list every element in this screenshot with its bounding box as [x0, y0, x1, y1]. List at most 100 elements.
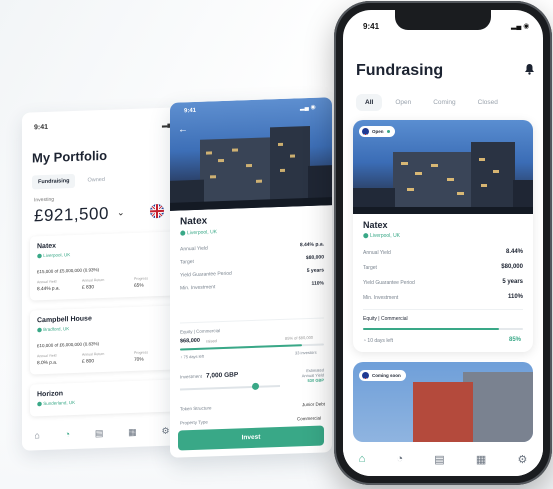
home-icon[interactable]: ⌂: [34, 430, 39, 440]
portfolio-card[interactable]: Horizon ⬤ Sunderland, UK: [30, 379, 176, 417]
token-structure-value: Junior Debt: [302, 401, 326, 408]
property-photo: [170, 97, 332, 211]
status-pill-label: Open: [372, 129, 384, 134]
card-location: ⬤ Liverpool, UK: [37, 252, 71, 259]
raised-label: raised: [206, 338, 217, 344]
detail-row: Annual Yield 8.44% p.a.: [180, 241, 324, 253]
bottom-nav: ⌂ ◔ ▤ ▦ ⚙: [22, 415, 182, 451]
property-location: ⬤ Liverpool, UK: [363, 233, 401, 239]
tab-coming[interactable]: Coming: [424, 94, 464, 111]
days-left: ◔ 75 days left: [180, 353, 204, 360]
card-location: ⬤ Bradford, UK: [37, 326, 70, 333]
portfolio-card[interactable]: Natex ⬤ Liverpool, UK £15,000 of £5,000,…: [30, 231, 176, 301]
detail-row: Min. Investment 110%: [363, 294, 523, 301]
equity-label: Equity | Commercial: [180, 328, 221, 335]
estimated-yield: Estimated Annual Yield 530 GBP: [301, 367, 324, 384]
property-card[interactable]: Coming soon: [353, 362, 533, 442]
uk-flag-icon: [362, 372, 369, 379]
property-card[interactable]: Open Natex ⬤ Liverpool, UK Annual Yield 8…: [353, 120, 533, 352]
investor-count: 33 investors: [295, 349, 317, 356]
portfolio-icon[interactable]: ◔: [396, 453, 403, 465]
property-type-label: Property Type: [180, 419, 208, 426]
stat-label: Annual Yield: [37, 353, 57, 359]
equity-label: Equity | Commercial: [363, 316, 408, 322]
home-icon[interactable]: ⌂: [359, 453, 366, 465]
card-name: Horizon: [37, 390, 64, 399]
back-arrow-icon[interactable]: ←: [178, 124, 188, 135]
card-location: ⬤ Sunderland, UK: [37, 399, 76, 407]
token-structure-label: Token Structure: [180, 405, 212, 412]
property-type-value: Commercial: [297, 415, 322, 422]
documents-icon[interactable]: ▤: [95, 427, 104, 438]
card-raised: £10,000 of £6,000,000 (0.83%): [37, 341, 100, 349]
stat-label: Annual Yield: [37, 279, 57, 285]
investment-label: Investment: [180, 373, 203, 380]
stat-label: Progress: [134, 350, 149, 355]
days-left: ◔ 10 days left: [363, 338, 393, 344]
page-title: My Portfolio: [32, 147, 108, 166]
portfolio-screen: 9:41 ▂▄ ◉ My Portfolio Fundraising Owned…: [22, 107, 182, 451]
property-name: Natex: [363, 220, 388, 230]
stat-label: Annual Return: [82, 277, 105, 283]
funding-progress-fill: [363, 328, 499, 330]
investing-label: Investing: [34, 196, 55, 204]
documents-icon[interactable]: ▤: [434, 453, 444, 466]
detail-row: Min. Investment 110%: [180, 280, 324, 292]
status-time: 9:41: [34, 123, 49, 132]
investment-slider-track[interactable]: [180, 384, 280, 391]
card-name: Natex: [37, 242, 57, 251]
wallet-icon[interactable]: ▦: [128, 426, 137, 437]
page-title: Fundrasing: [356, 62, 444, 79]
detail-row: Target $80,000: [363, 264, 523, 271]
wallet-icon[interactable]: ▦: [476, 453, 486, 466]
bell-icon[interactable]: [524, 63, 535, 78]
portfolio-amount: £921,500: [34, 203, 109, 226]
stat-value: £ 830: [82, 285, 95, 291]
fundraising-screen: 9:41 ▂▄ ◉ Fundrasing All Open Coming Clo…: [343, 10, 543, 476]
uk-flag-icon: [362, 128, 369, 135]
raised-progress-text: 85% of $80,000: [285, 334, 314, 341]
invest-button[interactable]: Invest: [178, 425, 324, 451]
funding-progress-fill: [180, 344, 303, 351]
status-pill: Coming soon: [359, 370, 406, 381]
detail-screen: 9:41 ▂▄ ◉ ← Natex ⬤ Liverpool, UK Annual…: [170, 97, 332, 458]
phone-notch: [395, 10, 491, 30]
divider: [363, 309, 523, 310]
detail-row: Yield Guarantee Period 5 years: [363, 279, 523, 286]
investment-slider-handle[interactable]: [251, 382, 259, 390]
portfolio-card[interactable]: Campbell House ⬤ Bradford, UK £10,000 of…: [30, 305, 176, 375]
tab-all[interactable]: All: [356, 94, 383, 111]
portfolio-icon[interactable]: ◔: [65, 429, 70, 439]
status-pill-label: Coming soon: [372, 373, 401, 378]
phone-frame: 9:41 ▂▄ ◉ Fundrasing All Open Coming Clo…: [334, 1, 552, 485]
stat-value: 8.0% p.a.: [37, 360, 58, 367]
tab-fundraising[interactable]: Fundraising: [32, 173, 76, 190]
status-time: 9:41: [184, 107, 197, 115]
property-name: Natex: [180, 215, 208, 228]
card-raised: £15,000 of £5,000,000 (0.93%): [37, 267, 100, 275]
tab-closed[interactable]: Closed: [469, 94, 507, 111]
card-name: Campbell House: [37, 315, 92, 325]
divider: [180, 317, 324, 324]
property-location: ⬤ Liverpool, UK: [180, 229, 218, 237]
chevron-down-icon[interactable]: ⌄: [117, 207, 125, 218]
funding-percent: 85%: [509, 337, 522, 343]
stat-value: £ 800: [82, 359, 95, 365]
funding-progress-bar: [363, 328, 523, 330]
tab-open[interactable]: Open: [386, 94, 420, 111]
settings-icon[interactable]: ⚙: [517, 453, 527, 466]
settings-icon[interactable]: ⚙: [161, 425, 169, 436]
stat-value: 70%: [134, 357, 144, 363]
detail-row: Target $80,000: [180, 254, 324, 266]
status-icons: ▂▄ ◉: [511, 23, 530, 30]
uk-flag-icon[interactable]: [150, 203, 164, 219]
detail-row: Yield Guarantee Period 5 years: [180, 267, 324, 279]
stat-value: 65%: [134, 283, 144, 289]
status-time: 9:41: [363, 22, 380, 31]
bottom-nav: ⌂ ◔ ▤ ▦ ⚙: [343, 442, 543, 476]
status-icons: ▂▄ ◉: [300, 104, 316, 112]
stat-label: Annual Return: [82, 351, 105, 357]
fundraising-tabs: All Open Coming Closed: [356, 94, 507, 111]
tab-owned[interactable]: Owned: [81, 173, 110, 188]
status-dot-icon: [386, 130, 390, 133]
